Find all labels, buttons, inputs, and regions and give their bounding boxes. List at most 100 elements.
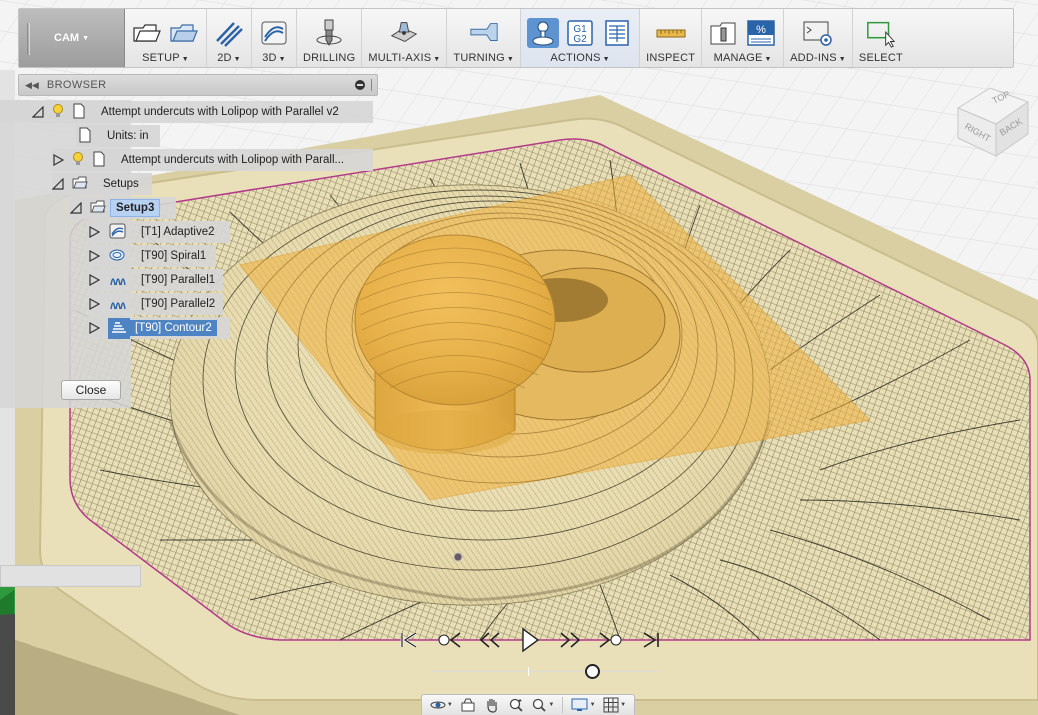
visibility-bulb-icon[interactable] [72, 151, 84, 169]
workspace-switcher[interactable]: CAM ▼ [19, 9, 125, 67]
3d-toolpath-icon[interactable] [258, 18, 290, 48]
viewcube[interactable]: TOP RIGHT BACK [950, 80, 1034, 160]
expand-triangle-icon[interactable] [52, 154, 64, 166]
look-at-icon[interactable] [460, 696, 476, 714]
chevron-down-icon: ▼ [838, 56, 846, 63]
g2-text: G2 [573, 34, 587, 45]
2d-group[interactable]: 2D ▼ [207, 9, 252, 67]
navigation-bar: ▼ ▼ ▼ ▼ [421, 694, 635, 715]
zoom-icon[interactable] [508, 696, 524, 714]
template-percent-icon[interactable]: % [745, 18, 777, 48]
multi-axis-icon[interactable] [388, 18, 420, 48]
step-back-icon[interactable] [476, 626, 504, 654]
tool-library-icon[interactable] [708, 18, 740, 48]
expand-triangle-icon[interactable] [88, 226, 100, 238]
spiral-toolpath-icon [108, 247, 126, 266]
close-button[interactable]: Close [61, 380, 121, 400]
timeline-slider-handle[interactable] [585, 664, 600, 679]
visibility-bulb-icon[interactable] [52, 103, 64, 121]
play-icon[interactable] [516, 626, 544, 654]
2d-label: 2D [217, 52, 232, 64]
toolbar-grip[interactable] [27, 23, 30, 55]
expand-triangle-icon[interactable] [52, 178, 64, 190]
expand-triangle-icon[interactable] [88, 298, 100, 310]
measure-ruler-icon[interactable] [655, 18, 687, 48]
turning-icon[interactable] [468, 18, 500, 48]
expand-triangle-icon[interactable] [88, 274, 100, 286]
3d-group[interactable]: 3D ▼ [252, 9, 297, 67]
simulate-icon[interactable] [527, 18, 560, 48]
tree-item-label: [T90] Parallel2 [141, 298, 216, 310]
expand-triangle-icon[interactable] [88, 322, 100, 334]
display-settings-icon[interactable]: ▼ [571, 696, 596, 714]
tree-item-label: Attempt undercuts with Lolipop with Para… [121, 154, 345, 166]
tree-item-label: Setup3 [110, 199, 161, 217]
chevron-down-icon: ▼ [446, 702, 453, 708]
step-forward-icon[interactable] [556, 626, 584, 654]
tree-row-document[interactable]: Attempt undercuts with Lolipop with Para… [32, 101, 373, 123]
adaptive-toolpath-icon [108, 223, 126, 242]
tree-row-operation[interactable]: [T90] Spiral1 [88, 245, 216, 267]
post-process-g1g2-icon[interactable]: G1 G2 [564, 18, 596, 48]
drilling-group[interactable]: DRILLING [297, 9, 363, 67]
collapse-arrows-icon[interactable]: ◀◀ [25, 80, 39, 91]
tree-row-setup3[interactable]: Setup3 [70, 197, 176, 219]
actions-label: ACTIONS [550, 52, 601, 64]
previous-operation-icon[interactable] [435, 626, 463, 654]
timeline-track [430, 671, 660, 672]
chevron-down-icon: ▼ [548, 702, 555, 708]
minimize-icon[interactable] [355, 80, 365, 90]
select-cursor-icon[interactable] [865, 18, 897, 48]
add-ins-group[interactable]: ADD-INS ▼ [784, 9, 853, 67]
turning-group[interactable]: TURNING ▼ [447, 9, 522, 67]
tree-row-operation[interactable]: [T1] Adaptive2 [88, 221, 230, 243]
expand-triangle-icon[interactable] [88, 250, 100, 262]
tree-row-units[interactable]: Units: in [76, 125, 160, 147]
expand-triangle-icon[interactable] [32, 106, 44, 118]
fit-zoom-icon[interactable]: ▼ [531, 696, 554, 714]
manage-group[interactable]: % MANAGE ▼ [702, 9, 785, 67]
chevron-down-icon: ▼ [589, 702, 596, 708]
tree-row-setups[interactable]: Setups [52, 173, 152, 195]
chevron-down-icon: ▼ [506, 56, 515, 63]
scripts-gear-icon[interactable] [802, 18, 834, 48]
go-to-end-icon[interactable] [637, 626, 665, 654]
tree-row-operation[interactable]: [T90] Parallel2 [88, 293, 223, 315]
chevron-down-icon: ▼ [82, 34, 89, 42]
drilling-label: DRILLING [303, 52, 356, 64]
setup-folder-icon[interactable] [131, 18, 163, 48]
chevron-down-icon: ▼ [764, 56, 772, 63]
browser-title: BROWSER [46, 79, 107, 91]
inspect-label: INSPECT [646, 52, 696, 64]
2d-toolpath-icon[interactable] [213, 18, 245, 48]
tree-row-component[interactable]: Attempt undercuts with Lolipop with Para… [52, 149, 373, 171]
tree-item-label: [T90] Spiral1 [141, 250, 207, 262]
tree-item-label: [T90] Contour2 [130, 320, 217, 336]
setup-sheet-icon[interactable] [601, 18, 633, 48]
viewcube-graphic: TOP RIGHT BACK [956, 87, 1030, 157]
grid-settings-icon[interactable]: ▼ [603, 696, 626, 714]
tree-row-operation[interactable]: [T90] Parallel1 [88, 269, 223, 291]
workspace-label: CAM [54, 32, 80, 44]
document-icon [72, 103, 86, 122]
panel-grip[interactable] [371, 79, 373, 91]
actions-group[interactable]: G1 G2 ACTIONS ▼ [521, 9, 641, 67]
tree-row-operation-selected[interactable]: [T90] Contour2 [88, 317, 230, 339]
tree-item-label: Attempt undercuts with Lolipop with Para… [101, 106, 339, 118]
orbit-icon[interactable]: ▼ [430, 696, 453, 714]
simulation-timeline[interactable] [430, 664, 660, 680]
pan-hand-icon[interactable] [484, 696, 500, 714]
timeline-tick [528, 667, 529, 676]
setup-group[interactable]: SETUP ▼ [125, 9, 207, 67]
go-to-start-icon[interactable] [395, 626, 423, 654]
drill-icon[interactable] [313, 18, 345, 48]
expand-triangle-icon[interactable] [70, 202, 82, 214]
select-group[interactable]: SELECT [853, 9, 909, 67]
multi-axis-group[interactable]: MULTI-AXIS ▼ [362, 9, 448, 67]
next-operation-icon[interactable] [597, 626, 625, 654]
chevron-down-icon: ▼ [620, 702, 627, 708]
simulation-playback [395, 622, 665, 658]
stock-folder-icon[interactable] [168, 18, 200, 48]
inspect-group[interactable]: INSPECT [640, 9, 703, 67]
browser-panel: ◀◀ BROWSER Attempt undercuts with Lolipo… [0, 74, 378, 408]
